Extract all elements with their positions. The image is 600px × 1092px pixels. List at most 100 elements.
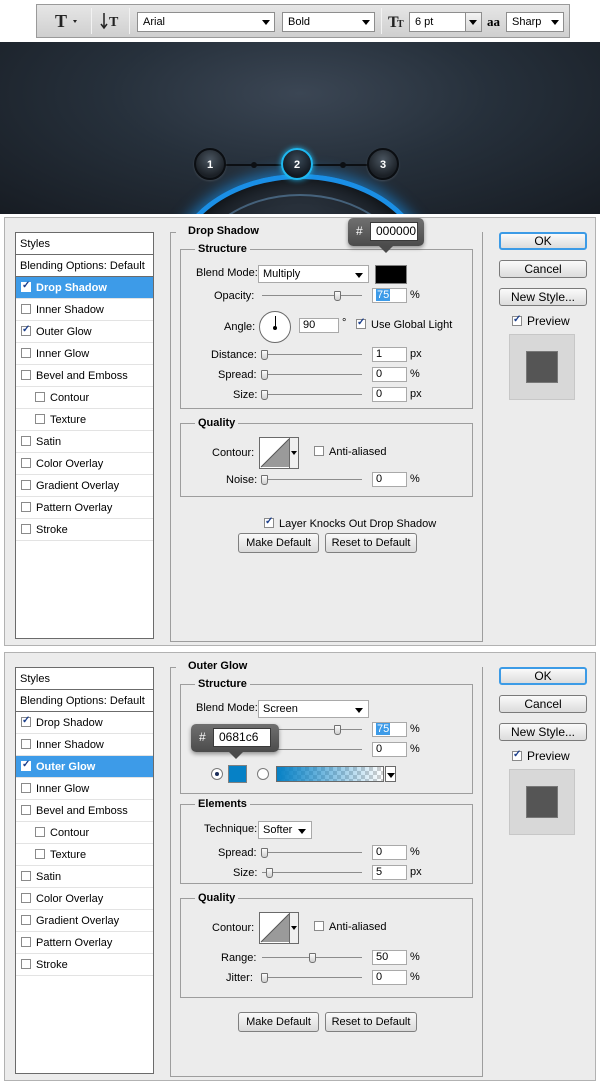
style-item-outer-glow[interactable]: Outer Glow bbox=[16, 756, 153, 778]
checkbox-unchecked[interactable] bbox=[21, 370, 31, 380]
cancel-button[interactable]: Cancel bbox=[499, 260, 587, 278]
style-item-inner-shadow[interactable]: Inner Shadow bbox=[16, 299, 153, 321]
glow-gradient-swatch[interactable] bbox=[276, 766, 384, 782]
style-item-contour[interactable]: Contour bbox=[16, 387, 153, 409]
cancel-button[interactable]: Cancel bbox=[499, 695, 587, 713]
style-item-stroke[interactable]: Stroke bbox=[16, 954, 153, 976]
style-item-satin[interactable]: Satin bbox=[16, 866, 153, 888]
blending-options-item[interactable]: Blending Options: Default bbox=[16, 690, 153, 712]
distance-input[interactable]: 1 bbox=[372, 347, 407, 362]
checkbox-unchecked[interactable] bbox=[35, 414, 45, 424]
checkbox-checked[interactable] bbox=[512, 314, 522, 326]
contour-dropdown[interactable] bbox=[289, 913, 298, 943]
style-item-texture[interactable]: Texture bbox=[16, 844, 153, 866]
new-style-button[interactable]: New Style... bbox=[499, 288, 587, 306]
styles-header[interactable]: Styles bbox=[16, 668, 153, 690]
styles-header[interactable]: Styles bbox=[16, 233, 153, 255]
checkbox-unchecked[interactable] bbox=[21, 783, 31, 793]
ok-button[interactable]: OK bbox=[499, 667, 587, 685]
spread-slider[interactable] bbox=[261, 848, 362, 858]
hex-input[interactable]: 0681c6 bbox=[213, 728, 271, 747]
checkbox-unchecked[interactable] bbox=[21, 739, 31, 749]
size-slider[interactable] bbox=[262, 868, 362, 878]
checkbox-unchecked[interactable] bbox=[21, 937, 31, 947]
technique-select[interactable]: Softer bbox=[258, 821, 312, 839]
font-size-dropdown[interactable] bbox=[465, 13, 481, 31]
distance-slider[interactable] bbox=[261, 350, 362, 360]
slider-thumb[interactable] bbox=[261, 370, 268, 380]
preview-checkbox[interactable]: Preview bbox=[512, 314, 570, 328]
jitter-input[interactable]: 0 bbox=[372, 970, 407, 985]
contour-dropdown[interactable] bbox=[289, 438, 298, 468]
size-slider[interactable] bbox=[261, 390, 362, 400]
step-3[interactable]: 3 bbox=[367, 148, 399, 180]
checkbox-unchecked[interactable] bbox=[21, 524, 31, 534]
style-item-inner-glow[interactable]: Inner Glow bbox=[16, 778, 153, 800]
noise-input[interactable]: 0 bbox=[372, 472, 407, 487]
checkbox-checked[interactable] bbox=[356, 317, 366, 329]
size-input[interactable]: 5 bbox=[372, 865, 407, 880]
size-input[interactable]: 0 bbox=[372, 387, 407, 402]
slider-thumb[interactable] bbox=[309, 953, 316, 963]
checkbox-unchecked[interactable] bbox=[21, 458, 31, 468]
shadow-color-swatch[interactable] bbox=[375, 265, 407, 284]
layer-knocks-out-checkbox[interactable]: Layer Knocks Out Drop Shadow bbox=[264, 516, 436, 530]
checkbox-unchecked[interactable] bbox=[314, 921, 324, 931]
style-item-color-overlay[interactable]: Color Overlay bbox=[16, 453, 153, 475]
checkbox-unchecked[interactable] bbox=[21, 959, 31, 969]
style-item-drop-shadow[interactable]: Drop Shadow bbox=[16, 712, 153, 734]
angle-input[interactable]: 90 bbox=[299, 318, 339, 333]
style-item-bevel-and-emboss[interactable]: Bevel and Emboss bbox=[16, 800, 153, 822]
step-1[interactable]: 1 bbox=[194, 148, 226, 180]
anti-alias-select[interactable]: Sharp bbox=[506, 12, 564, 32]
style-item-stroke[interactable]: Stroke bbox=[16, 519, 153, 541]
opacity-input[interactable]: 75 bbox=[372, 288, 407, 303]
slider-thumb[interactable] bbox=[334, 725, 341, 735]
preview-checkbox[interactable]: Preview bbox=[512, 749, 570, 763]
contour-picker[interactable] bbox=[259, 912, 299, 944]
checkbox-unchecked[interactable] bbox=[21, 871, 31, 881]
slider-thumb[interactable] bbox=[266, 868, 273, 878]
spread-input[interactable]: 0 bbox=[372, 367, 407, 382]
checkbox-unchecked[interactable] bbox=[21, 436, 31, 446]
style-item-contour[interactable]: Contour bbox=[16, 822, 153, 844]
type-tool-icon[interactable]: T bbox=[51, 10, 83, 32]
style-item-inner-shadow[interactable]: Inner Shadow bbox=[16, 734, 153, 756]
gradient-dropdown[interactable] bbox=[385, 766, 396, 782]
text-orientation-icon[interactable]: T bbox=[100, 10, 122, 32]
range-input[interactable]: 50 bbox=[372, 950, 407, 965]
make-default-button[interactable]: Make Default bbox=[238, 533, 319, 553]
blend-mode-select[interactable]: Multiply bbox=[258, 265, 369, 283]
checkbox-unchecked[interactable] bbox=[314, 446, 324, 456]
use-global-light-checkbox[interactable]: Use Global Light bbox=[356, 317, 452, 331]
noise-slider[interactable] bbox=[261, 475, 362, 485]
angle-dial[interactable] bbox=[259, 311, 291, 343]
jitter-slider[interactable] bbox=[261, 973, 362, 983]
step-2[interactable]: 2 bbox=[281, 148, 313, 180]
checkbox-unchecked[interactable] bbox=[21, 893, 31, 903]
checkbox-unchecked[interactable] bbox=[21, 805, 31, 815]
anti-aliased-checkbox[interactable]: Anti-aliased bbox=[314, 446, 386, 458]
checkbox-checked[interactable] bbox=[21, 280, 31, 292]
font-size-input[interactable]: 6 pt bbox=[409, 12, 482, 32]
style-item-satin[interactable]: Satin bbox=[16, 431, 153, 453]
slider-thumb[interactable] bbox=[261, 390, 268, 400]
checkbox-unchecked[interactable] bbox=[21, 502, 31, 512]
style-item-inner-glow[interactable]: Inner Glow bbox=[16, 343, 153, 365]
slider-thumb[interactable] bbox=[334, 291, 341, 301]
slider-thumb[interactable] bbox=[261, 475, 268, 485]
make-default-button[interactable]: Make Default bbox=[238, 1012, 319, 1032]
blending-options-item[interactable]: Blending Options: Default bbox=[16, 255, 153, 277]
solid-color-radio[interactable] bbox=[211, 768, 223, 780]
style-item-outer-glow[interactable]: Outer Glow bbox=[16, 321, 153, 343]
checkbox-unchecked[interactable] bbox=[21, 304, 31, 314]
checkbox-unchecked[interactable] bbox=[35, 392, 45, 402]
font-style-select[interactable]: Bold bbox=[282, 12, 375, 32]
checkbox-checked[interactable] bbox=[264, 516, 274, 528]
new-style-button[interactable]: New Style... bbox=[499, 723, 587, 741]
checkbox-unchecked[interactable] bbox=[21, 915, 31, 925]
checkbox-unchecked[interactable] bbox=[35, 827, 45, 837]
spread-slider[interactable] bbox=[261, 370, 362, 380]
glow-color-swatch[interactable] bbox=[228, 765, 247, 783]
checkbox-unchecked[interactable] bbox=[35, 849, 45, 859]
